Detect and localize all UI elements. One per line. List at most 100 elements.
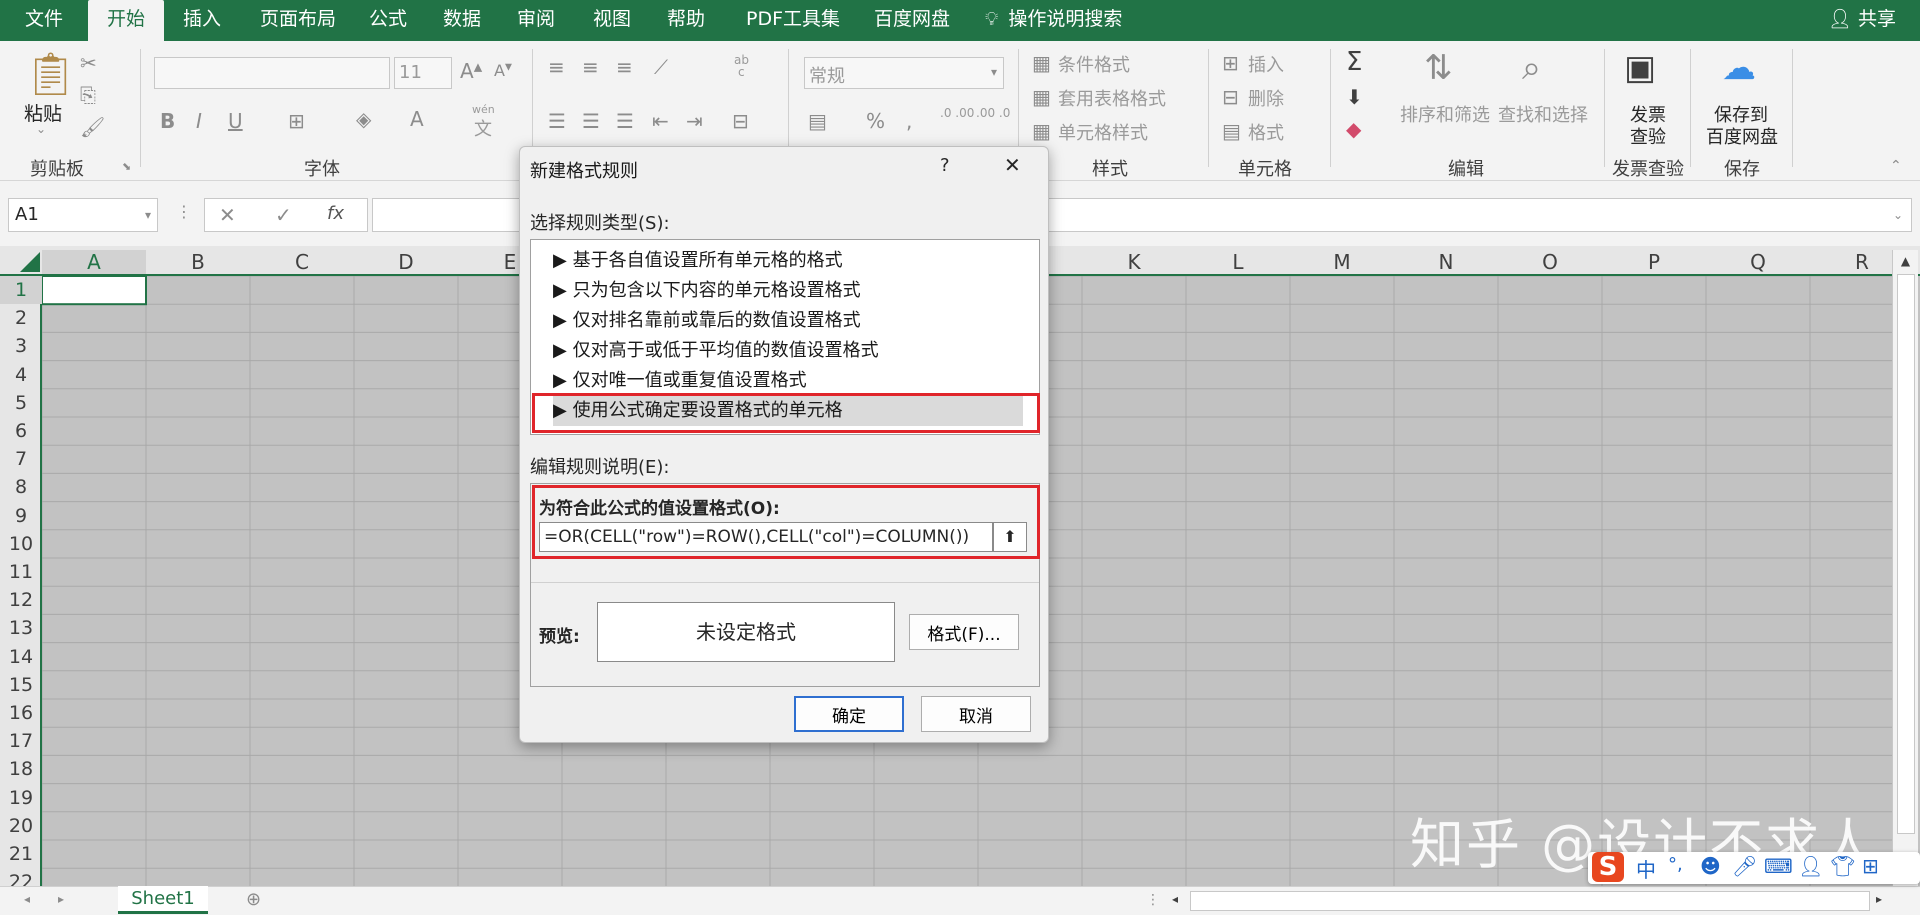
row-header[interactable]: 6 bbox=[0, 417, 42, 445]
tab-data[interactable]: 数据 bbox=[432, 0, 492, 41]
scroll-left-icon[interactable]: ◂ bbox=[24, 893, 30, 905]
active-cell[interactable] bbox=[41, 275, 147, 306]
keyboard-icon[interactable]: ⌨ bbox=[1764, 854, 1793, 878]
merge-center-icon[interactable]: ⊟ bbox=[732, 111, 749, 131]
rule-type-item[interactable]: ▶ 仅对唯一值或重复值设置格式 bbox=[553, 366, 1023, 396]
microphone-icon[interactable]: 🎤︎ bbox=[1732, 854, 1757, 878]
increase-indent-icon[interactable]: ⇥ bbox=[686, 111, 703, 131]
sheet-tab[interactable]: Sheet1 bbox=[118, 886, 208, 914]
insert-function-icon[interactable]: fx bbox=[327, 203, 344, 224]
format-painter-icon[interactable]: 🖌︎ bbox=[80, 117, 105, 137]
number-format-combo[interactable]: 常规 ▾ bbox=[804, 57, 1004, 89]
scroll-right-icon[interactable]: ▸ bbox=[58, 893, 64, 905]
row-header[interactable]: 1 bbox=[0, 276, 42, 305]
font-name-combo[interactable] bbox=[154, 57, 390, 89]
vertical-scrollbar[interactable]: ▲ bbox=[1892, 250, 1918, 886]
column-header[interactable]: P bbox=[1602, 250, 1706, 274]
accounting-format-icon[interactable]: ▤ bbox=[808, 111, 827, 131]
fill-color-icon[interactable]: ◈ bbox=[356, 109, 371, 129]
column-header[interactable]: N bbox=[1394, 250, 1498, 274]
row-header[interactable]: 14 bbox=[0, 643, 42, 671]
rule-type-item[interactable]: ▶ 基于各自值设置所有单元格的格式 bbox=[553, 246, 1023, 276]
percent-icon[interactable]: % bbox=[866, 111, 885, 131]
column-header[interactable]: K bbox=[1082, 250, 1186, 274]
delete-cells-button[interactable]: 删除 bbox=[1248, 85, 1284, 111]
tab-insert[interactable]: 插入 bbox=[172, 0, 232, 41]
rule-type-item[interactable]: ▶ 仅对高于或低于平均值的数值设置格式 bbox=[553, 336, 1023, 366]
align-center-icon[interactable]: ☰ bbox=[582, 111, 600, 131]
column-header[interactable]: M bbox=[1290, 250, 1394, 274]
column-header[interactable]: C bbox=[250, 250, 354, 274]
decrease-indent-icon[interactable]: ⇤ bbox=[652, 111, 669, 131]
tab-view[interactable]: 视图 bbox=[582, 0, 642, 41]
clear-icon[interactable]: ◆ bbox=[1346, 119, 1361, 139]
select-all-corner[interactable] bbox=[20, 252, 40, 272]
column-header[interactable]: L bbox=[1186, 250, 1290, 274]
underline-icon[interactable]: U bbox=[228, 111, 243, 131]
row-header[interactable]: 13 bbox=[0, 614, 42, 642]
tell-me-search[interactable]: 💡︎ 操作说明搜索 bbox=[985, 0, 1135, 41]
chevron-down-icon[interactable]: ⌄ bbox=[36, 123, 46, 135]
rule-type-item[interactable]: ▶ 只为包含以下内容的单元格设置格式 bbox=[553, 276, 1023, 306]
horizontal-scrollbar[interactable] bbox=[1190, 891, 1870, 911]
row-header[interactable]: 19 bbox=[0, 784, 42, 812]
tab-formulas[interactable]: 公式 bbox=[360, 0, 416, 41]
ime-mode-label[interactable]: 中 bbox=[1636, 854, 1656, 883]
punctuation-icon[interactable]: °, bbox=[1668, 854, 1683, 875]
row-header[interactable]: 21 bbox=[0, 840, 42, 868]
increase-decimal-icon[interactable]: .0 .00 bbox=[940, 107, 974, 120]
ok-button[interactable]: 确定 bbox=[794, 696, 904, 732]
row-header[interactable]: 18 bbox=[0, 755, 42, 783]
row-header[interactable]: 8 bbox=[0, 473, 42, 501]
row-header[interactable]: 7 bbox=[0, 445, 42, 473]
align-right-icon[interactable]: ☰ bbox=[616, 111, 634, 131]
scroll-left-icon[interactable]: ◂ bbox=[1172, 893, 1178, 905]
cut-icon[interactable]: ✂ bbox=[80, 53, 97, 73]
row-header[interactable]: 3 bbox=[0, 332, 42, 360]
save-baidu-line2[interactable]: 百度网盘 bbox=[1706, 123, 1778, 149]
skin-icon[interactable]: 👕︎ bbox=[1830, 854, 1855, 878]
copy-icon[interactable]: ⎘ bbox=[80, 85, 96, 105]
name-box[interactable]: A1 ▾ bbox=[8, 198, 158, 232]
borders-icon[interactable]: ⊞ bbox=[288, 111, 305, 131]
invoice-check-line2[interactable]: 查验 bbox=[1630, 123, 1666, 149]
conditional-format-button[interactable]: 条件格式 bbox=[1058, 51, 1130, 77]
row-header[interactable]: 17 bbox=[0, 727, 42, 755]
row-header[interactable]: 10 bbox=[0, 530, 42, 558]
decrease-decimal-icon[interactable]: .00 .0 bbox=[976, 107, 1010, 120]
row-header[interactable]: 16 bbox=[0, 699, 42, 727]
column-header[interactable]: A bbox=[42, 250, 146, 274]
row-header[interactable]: 15 bbox=[0, 671, 42, 699]
sogou-logo-icon[interactable]: S bbox=[1592, 852, 1624, 882]
collapse-ribbon-icon[interactable]: ⌃ bbox=[1890, 159, 1902, 173]
tab-page-layout[interactable]: 页面布局 bbox=[250, 0, 346, 41]
scroll-right-icon[interactable]: ▸ bbox=[1876, 893, 1882, 905]
italic-icon[interactable]: I bbox=[196, 111, 202, 131]
emoji-icon[interactable]: ☻ bbox=[1700, 854, 1721, 878]
grow-font-icon[interactable]: A▲ bbox=[460, 61, 482, 81]
help-button[interactable]: ? bbox=[940, 155, 950, 176]
font-size-combo[interactable]: 11 bbox=[394, 57, 452, 89]
font-color-icon[interactable]: A bbox=[410, 109, 424, 129]
add-sheet-icon[interactable]: ⊕ bbox=[246, 891, 261, 909]
close-icon[interactable]: ✕ bbox=[1004, 153, 1021, 177]
tab-review[interactable]: 审阅 bbox=[506, 0, 566, 41]
format-as-table-button[interactable]: 套用表格格式 bbox=[1058, 85, 1166, 111]
tab-home[interactable]: 开始 bbox=[88, 0, 164, 41]
autosum-icon[interactable]: Σ bbox=[1346, 49, 1362, 75]
toolbox-icon[interactable]: ⊞ bbox=[1862, 854, 1879, 878]
row-header[interactable]: 4 bbox=[0, 361, 42, 389]
user-icon[interactable]: 👤︎ bbox=[1798, 854, 1823, 878]
row-header[interactable]: 20 bbox=[0, 812, 42, 840]
rule-type-item[interactable]: ▶ 仅对排名靠前或靠后的数值设置格式 bbox=[553, 306, 1023, 336]
format-cells-button[interactable]: 格式 bbox=[1248, 119, 1284, 145]
row-header[interactable]: 5 bbox=[0, 389, 42, 417]
tab-pdf-tools[interactable]: PDF工具集 bbox=[738, 0, 848, 41]
comma-style-icon[interactable]: , bbox=[906, 111, 912, 131]
align-bottom-icon[interactable]: ≡ bbox=[616, 57, 633, 77]
shrink-font-icon[interactable]: A▼ bbox=[494, 63, 512, 79]
sort-filter-button[interactable]: 排序和筛选 bbox=[1400, 101, 1490, 127]
row-header[interactable]: 9 bbox=[0, 502, 42, 530]
insert-cells-button[interactable]: 插入 bbox=[1248, 51, 1284, 77]
row-header[interactable]: 12 bbox=[0, 586, 42, 614]
